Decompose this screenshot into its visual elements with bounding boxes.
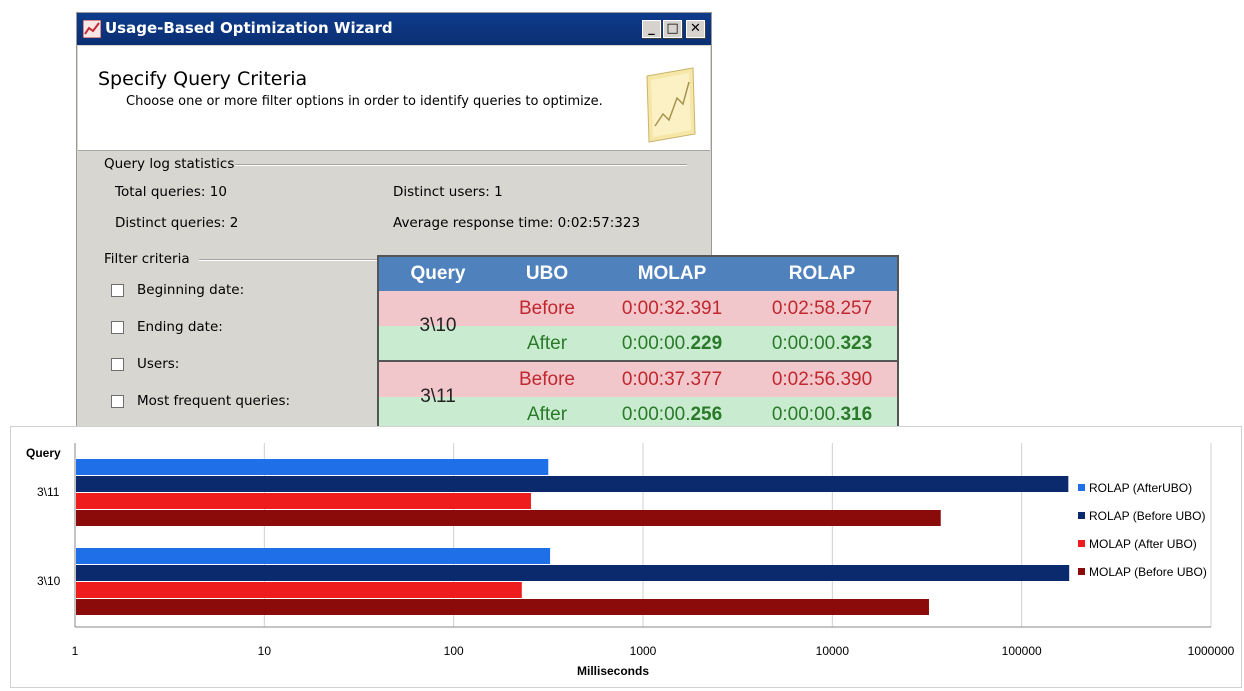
section-divider xyxy=(199,259,389,261)
chart-graphic-icon xyxy=(646,67,696,143)
milliseconds-bar-chart: 1 10 100 1000 10000 100000 1000000 Query Millise… xyxy=(10,426,1242,688)
x-tick-label: 1000000 xyxy=(1188,644,1235,658)
rolap-prefix: 0:00:00. xyxy=(771,333,841,354)
x-tick-label: 100000 xyxy=(1002,644,1042,658)
wizard-app-icon xyxy=(83,20,101,38)
minimize-button[interactable]: _ xyxy=(642,20,661,38)
close-button[interactable]: ✕ xyxy=(686,20,705,38)
ubo-cell: Before xyxy=(519,369,575,390)
page-title: Specify Query Criteria xyxy=(98,68,308,90)
bar xyxy=(76,548,551,564)
y-category-label: 3\10 xyxy=(37,574,61,588)
users-checkbox[interactable] xyxy=(111,358,124,371)
users-label: Users: xyxy=(137,356,180,372)
legend-entry: MOLAP (Before UBO) xyxy=(1089,565,1207,579)
y-category-label: 3\11 xyxy=(37,485,60,499)
x-tick-label: 10000 xyxy=(816,644,850,658)
y-axis-title: Query xyxy=(26,446,61,460)
molap-cell: 0:00:00.229 xyxy=(597,326,747,361)
most-frequent-queries-checkbox[interactable] xyxy=(111,395,124,408)
header-molap: MOLAP xyxy=(597,257,747,291)
x-tick-label: 1 xyxy=(72,644,79,658)
x-tick-label: 1000 xyxy=(630,644,657,658)
legend-swatch xyxy=(1078,540,1085,547)
bar xyxy=(76,476,1069,492)
legend-swatch xyxy=(1078,568,1085,575)
molap-cell: 0:00:32.391 xyxy=(621,298,723,319)
section-divider xyxy=(235,164,687,166)
molap-cell: 0:00:37.377 xyxy=(621,369,723,390)
performance-table: Query UBO MOLAP ROLAP Before 0:00:32.391… xyxy=(377,255,899,432)
ending-date-checkbox[interactable] xyxy=(111,321,124,334)
bar xyxy=(76,459,549,475)
distinct-users-text: Distinct users: 1 xyxy=(393,184,503,200)
legend-swatch xyxy=(1078,512,1085,519)
bar xyxy=(76,510,941,526)
x-axis-title: Milliseconds xyxy=(577,664,649,678)
chart-svg: 1 10 100 1000 10000 100000 1000000 Query Millise… xyxy=(26,443,1235,678)
ending-date-label: Ending date: xyxy=(137,319,223,335)
legend-entry: ROLAP (AfterUBO) xyxy=(1089,481,1192,495)
x-tick-label: 10 xyxy=(258,644,272,658)
most-frequent-queries-label: Most frequent queries: xyxy=(137,393,291,409)
rolap-prefix: 0:00:00. xyxy=(771,404,841,425)
header-ubo: UBO xyxy=(497,257,597,291)
window-title: Usage-Based Optimization Wizard xyxy=(105,19,393,37)
filter-criteria-label: Filter criteria xyxy=(104,251,190,267)
bar xyxy=(76,599,929,615)
rolap-cell: 0:00:00.323 xyxy=(747,326,897,361)
x-tick-label: 100 xyxy=(444,644,464,658)
distinct-queries-text: Distinct queries: 2 xyxy=(115,215,239,231)
molap-prefix: 0:00:00. xyxy=(621,404,691,425)
legend-entry: MOLAP (After UBO) xyxy=(1089,537,1197,551)
average-response-text: Average response time: 0:02:57:323 xyxy=(393,215,641,231)
header-query: Query xyxy=(379,257,497,291)
bar xyxy=(76,582,522,598)
rolap-ms: 316 xyxy=(840,404,873,425)
rolap-ms: 323 xyxy=(840,333,873,354)
bar xyxy=(76,493,531,509)
title-bar[interactable]: Usage-Based Optimization Wizard _ □ ✕ xyxy=(77,13,711,45)
query-log-statistics-label: Query log statistics xyxy=(104,156,235,172)
page-subtitle: Choose one or more filter options in ord… xyxy=(126,94,603,109)
ubo-cell: After xyxy=(526,333,568,354)
rolap-cell: 0:02:56.390 xyxy=(771,369,873,390)
header-rolap: ROLAP xyxy=(747,257,897,291)
wizard-header: Specify Query Criteria Choose one or mor… xyxy=(78,46,710,151)
query-cell: 3\10 xyxy=(419,315,457,336)
maximize-button[interactable]: □ xyxy=(663,20,682,38)
total-queries-text: Total queries: 10 xyxy=(115,184,227,200)
molap-ms: 256 xyxy=(690,404,723,425)
bar xyxy=(76,565,1070,581)
molap-ms: 229 xyxy=(690,333,723,354)
beginning-date-checkbox[interactable] xyxy=(111,284,124,297)
legend-swatch xyxy=(1078,484,1085,491)
query-cell: 3\11 xyxy=(420,386,456,407)
legend-entry: ROLAP (Before UBO) xyxy=(1089,509,1205,523)
molap-prefix: 0:00:00. xyxy=(621,333,691,354)
ubo-cell: Before xyxy=(519,298,575,319)
rolap-cell: 0:02:58.257 xyxy=(771,298,873,319)
beginning-date-label: Beginning date: xyxy=(137,282,245,298)
